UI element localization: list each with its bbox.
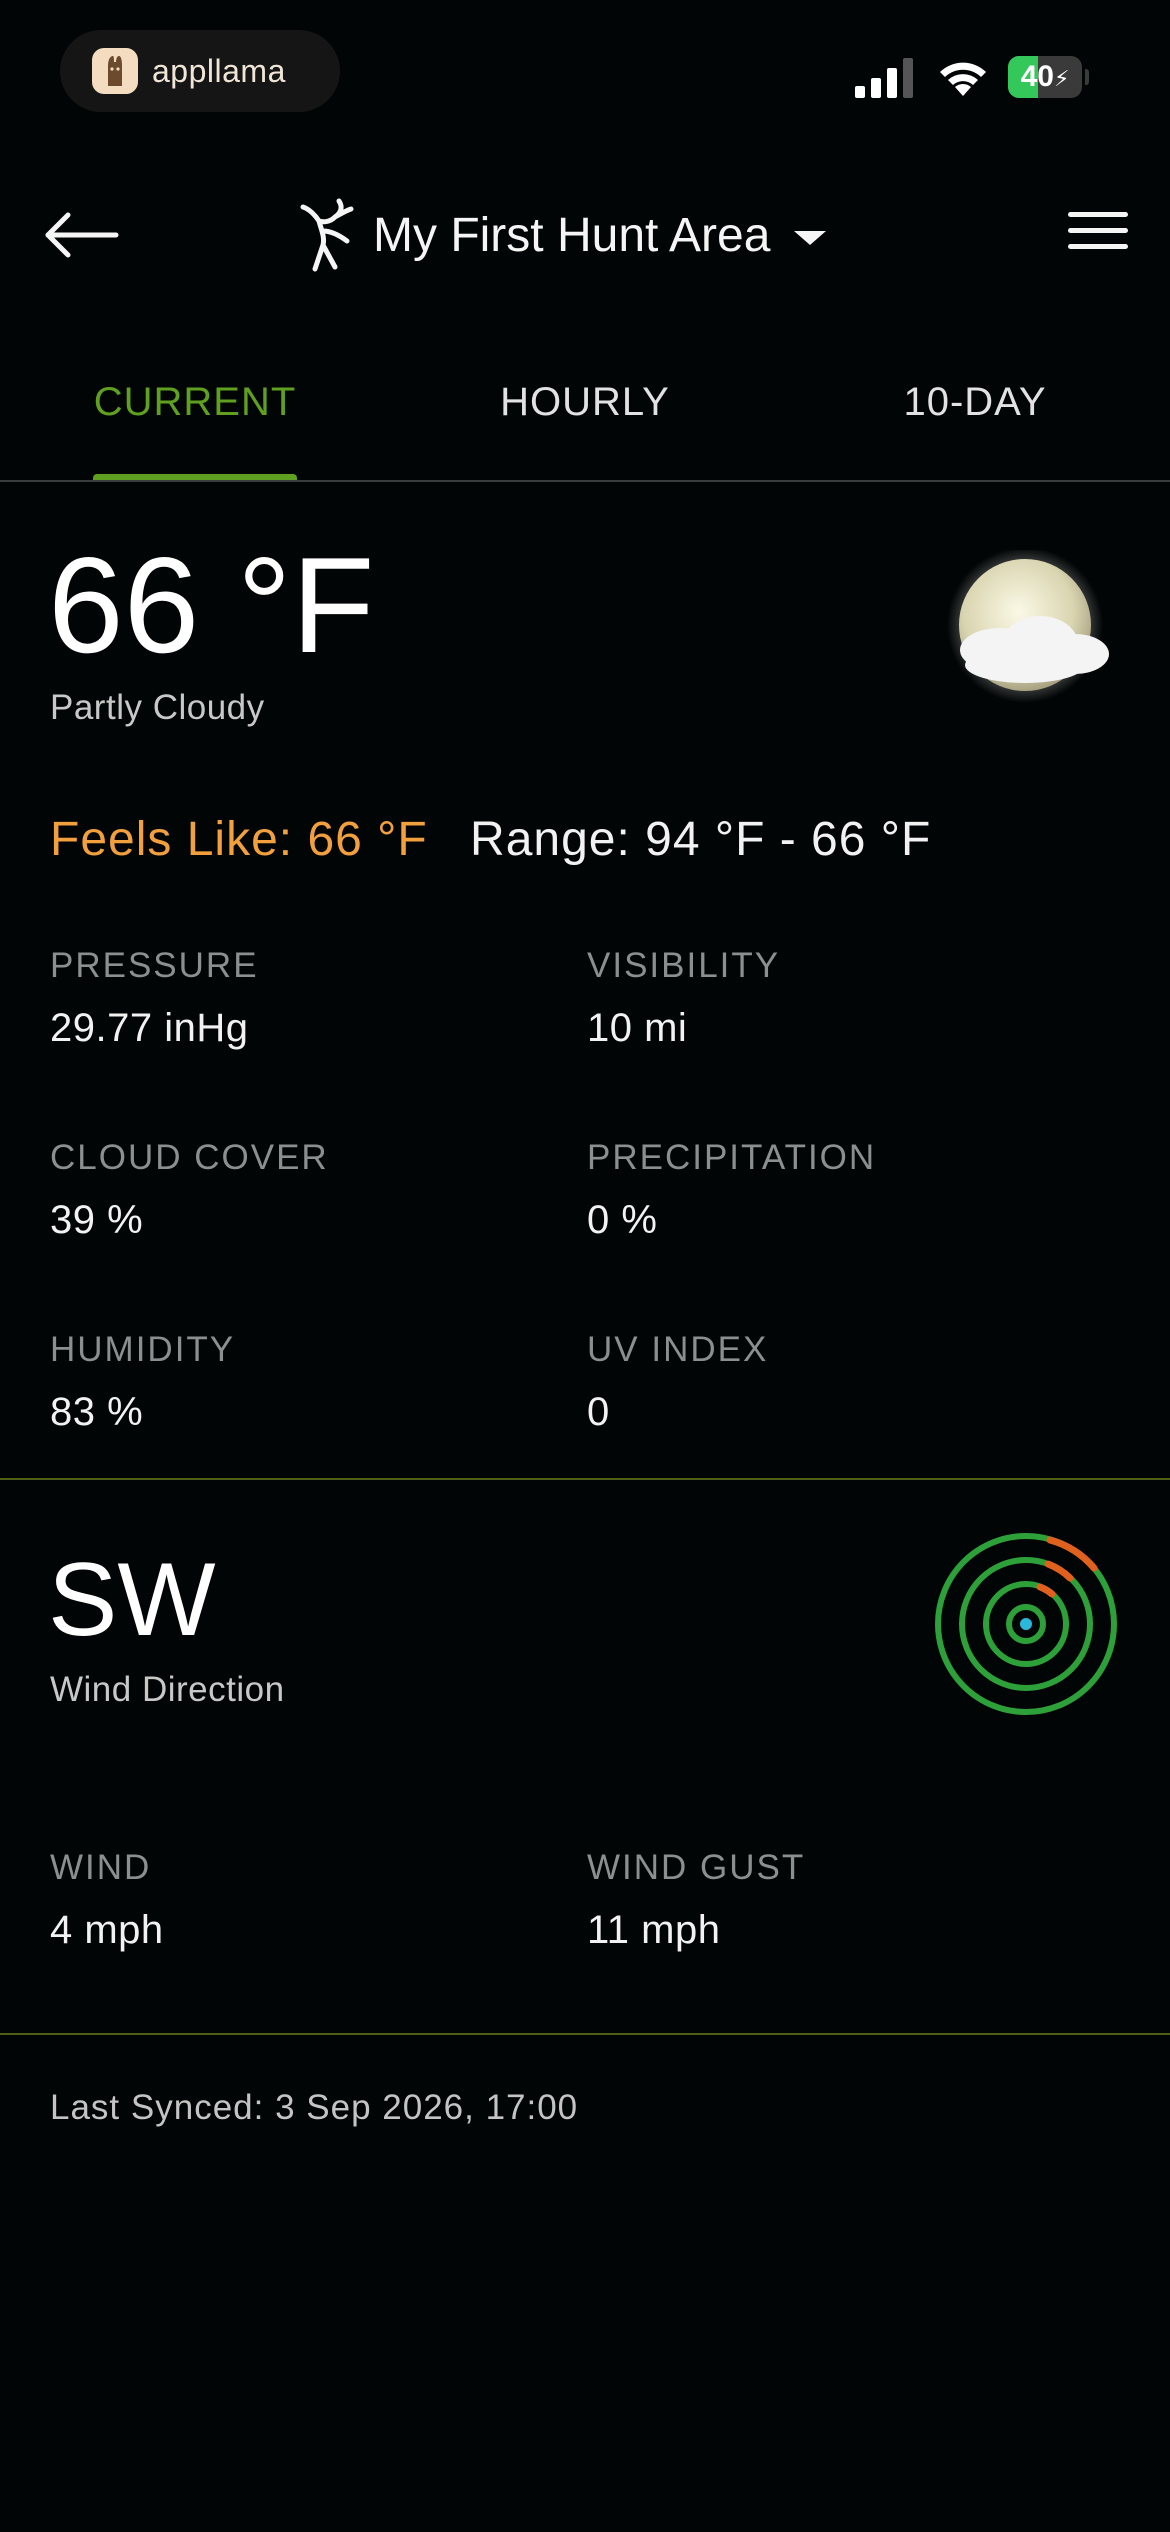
hunt-area-selector[interactable]: My First Hunt Area <box>295 198 827 272</box>
section-divider <box>0 2033 1170 2035</box>
hamburger-menu-icon <box>1068 212 1128 249</box>
wind-direction-label: Wind Direction <box>50 1670 285 1709</box>
tab-current[interactable]: CURRENT <box>0 380 390 425</box>
uv-index-value: 0 <box>587 1390 610 1434</box>
llama-logo-icon <box>92 48 138 94</box>
caret-down-icon <box>794 231 827 245</box>
pressure-value: 29.77 inHg <box>50 1006 249 1050</box>
tab-bar: CURRENT HOURLY 10-DAY <box>0 330 1170 482</box>
tabs-divider <box>0 480 1170 482</box>
battery-level: 40⚡ <box>1020 60 1070 93</box>
top-nav-bar: My First Hunt Area <box>0 180 1170 290</box>
condition-text: Partly Cloudy <box>50 688 265 727</box>
app-name: appllama <box>152 52 286 89</box>
section-divider <box>0 1478 1170 1480</box>
back-button[interactable] <box>40 205 130 265</box>
visibility-label: VISIBILITY <box>587 946 781 985</box>
feels-like: Feels Like: 66 °F <box>50 813 428 866</box>
last-synced: Last Synced: 3 Sep 2026, 17:00 <box>50 2088 579 2127</box>
battery-icon: 40⚡ <box>1008 56 1089 98</box>
wind-direction: SW <box>48 1542 216 1658</box>
uv-index-label: UV INDEX <box>587 1330 769 1369</box>
wind-label: WIND <box>50 1848 152 1887</box>
status-bar: appllama 40⚡ <box>0 0 1170 150</box>
cellular-signal-icon <box>855 58 913 98</box>
tab-hourly[interactable]: HOURLY <box>390 380 780 425</box>
app-indicator-pill[interactable]: appllama <box>60 30 340 112</box>
temperature-range: Range: 94 °F - 66 °F <box>470 813 932 866</box>
cloud-cover-value: 39 % <box>50 1198 144 1242</box>
feels-like-row: Feels Like: 66 °F Range: 94 °F - 66 °F <box>50 812 931 867</box>
humidity-label: HUMIDITY <box>50 1330 236 1369</box>
deer-icon <box>300 198 354 272</box>
wind-gust-value: 11 mph <box>587 1908 721 1952</box>
pressure-label: PRESSURE <box>50 946 259 985</box>
precipitation-value: 0 % <box>587 1198 658 1242</box>
wind-gust-label: WIND GUST <box>587 1848 806 1887</box>
visibility-value: 10 mi <box>587 1006 688 1050</box>
arrow-left-icon <box>45 212 119 258</box>
tab-10-day[interactable]: 10-DAY <box>780 380 1170 425</box>
wind-radar-icon <box>935 1533 1117 1715</box>
wind-value: 4 mph <box>50 1908 164 1952</box>
wifi-icon <box>940 62 986 96</box>
humidity-value: 83 % <box>50 1390 144 1434</box>
precipitation-label: PRECIPITATION <box>587 1138 877 1177</box>
hunt-area-title: My First Hunt Area <box>373 208 771 262</box>
partly-cloudy-night-icon <box>947 550 1109 703</box>
cloud-cover-label: CLOUD COVER <box>50 1138 329 1177</box>
current-temperature: 66 °F <box>48 529 375 681</box>
menu-button[interactable] <box>1068 212 1128 260</box>
